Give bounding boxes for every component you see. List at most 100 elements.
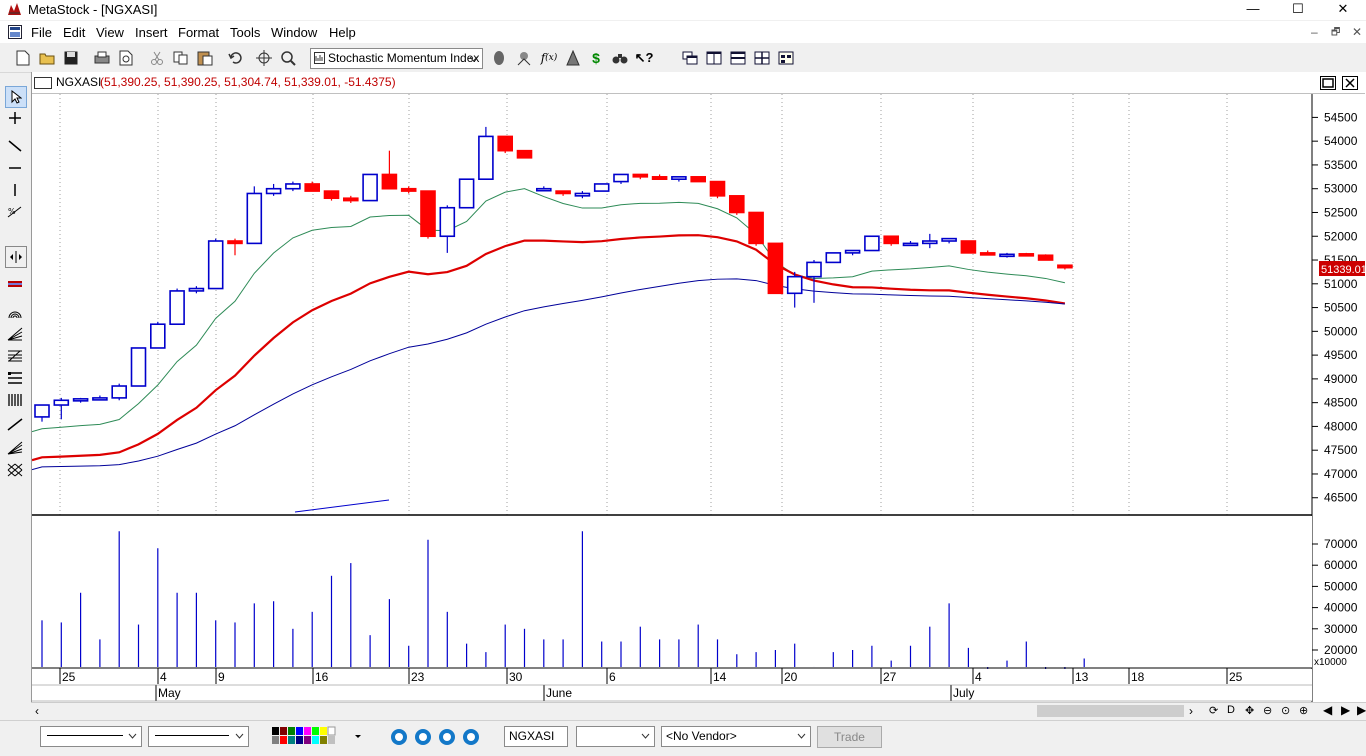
format-toolbar: NGXASI <No Vendor> Trade	[0, 720, 1366, 751]
cut-icon[interactable]	[148, 49, 166, 67]
formula-icon[interactable]: f (x)	[540, 49, 558, 67]
minimize-button[interactable]: —	[1230, 0, 1276, 20]
line-style-dropdown[interactable]	[40, 726, 142, 747]
menu-format[interactable]: Format	[178, 25, 219, 40]
cascade-windows-icon[interactable]	[681, 49, 699, 67]
move-icon[interactable]: ✥	[1245, 704, 1254, 717]
menu-tools[interactable]: Tools	[230, 25, 260, 40]
chart-maximize-button[interactable]	[1320, 76, 1336, 90]
menu-view[interactable]: View	[96, 25, 124, 40]
color-palette[interactable]	[271, 726, 363, 746]
fan-lines-icon[interactable]	[5, 324, 25, 344]
fibonacci-arcs-icon[interactable]	[5, 302, 25, 322]
refresh-icon[interactable]: ⟳	[1209, 704, 1218, 717]
month-label: May	[158, 686, 181, 700]
undo-icon[interactable]	[226, 49, 244, 67]
copy-icon[interactable]	[172, 49, 190, 67]
scroll-right-arrow-icon[interactable]: ›	[1189, 704, 1193, 718]
scroll-end-icon[interactable]: ▶|	[1357, 703, 1366, 717]
explorer-icon[interactable]	[515, 49, 533, 67]
system-tester-icon[interactable]	[564, 49, 582, 67]
trade-button[interactable]: Trade	[817, 726, 882, 748]
last-price-tag: 51339.01	[1319, 261, 1366, 276]
tile-horizontal-icon[interactable]	[729, 49, 747, 67]
mdi-restore-button[interactable]: 🗗	[1331, 25, 1340, 42]
speed-resistance-icon[interactable]	[5, 368, 25, 388]
crosshair-icon[interactable]	[255, 49, 273, 67]
candle	[999, 252, 1015, 258]
new-file-icon[interactable]	[14, 49, 32, 67]
zoom-in-icon[interactable]: ⊕	[1299, 704, 1308, 717]
crosshair-tool-icon[interactable]	[5, 108, 25, 128]
scroll-width-icon[interactable]	[5, 246, 27, 268]
arrange-icons-icon[interactable]	[777, 49, 795, 67]
horizontal-scrollbar[interactable]: ‹ › ⟳ D ✥ ⊖ ⊙ ⊕ ◀ ▶ ▶|	[31, 702, 1366, 720]
horizontal-line-tool-icon[interactable]	[5, 158, 25, 178]
date-tick-label: 4	[160, 670, 167, 684]
scroll-back-icon[interactable]: ◀	[1323, 703, 1332, 717]
zoom-reset-icon[interactable]: ⊙	[1281, 704, 1290, 717]
scrollbar-thumb[interactable]	[1037, 705, 1184, 717]
candle	[130, 347, 147, 387]
period-icon[interactable]: D	[1227, 704, 1235, 716]
close-button[interactable]: ✕	[1320, 0, 1366, 20]
symbol-input[interactable]: NGXASI	[504, 726, 568, 747]
vendor-dropdown[interactable]: <No Vendor>	[661, 726, 811, 747]
price-tick-label: 52000	[1324, 229, 1358, 243]
channel-tool-icon[interactable]	[5, 274, 25, 294]
candle	[111, 383, 127, 401]
candle	[1018, 252, 1035, 257]
mdi-minimize-button[interactable]: –	[1311, 25, 1318, 39]
zoom-out-icon[interactable]: ⊖	[1263, 704, 1272, 717]
price-tick-label: 49500	[1324, 348, 1358, 362]
price-tick-label: 48000	[1324, 419, 1358, 433]
help-pointer-icon[interactable]: ↖?	[635, 49, 654, 67]
scroll-forward-icon[interactable]: ▶	[1341, 703, 1350, 717]
periodicity-dropdown[interactable]	[576, 726, 655, 747]
drawing-tools-panel: %	[0, 80, 32, 690]
save-icon[interactable]	[62, 49, 80, 67]
gann-grid-icon[interactable]	[5, 460, 25, 480]
menu-insert[interactable]: Insert	[135, 25, 168, 40]
line-weight-dropdown[interactable]	[148, 726, 249, 747]
indicator-dropdown[interactable]: Stochastic Momentum Index	[310, 48, 483, 69]
cycle-lines-icon[interactable]	[5, 390, 25, 410]
date-tick-label: 25	[1229, 670, 1243, 684]
price-tick-label: 47500	[1324, 443, 1358, 457]
trendline-tool-icon[interactable]	[5, 136, 25, 156]
chart-symbol: NGXASI	[56, 75, 102, 89]
document-icon[interactable]	[8, 25, 22, 39]
menu-edit[interactable]: Edit	[63, 25, 85, 40]
tile-grid-icon[interactable]	[753, 49, 771, 67]
paste-icon[interactable]	[196, 49, 214, 67]
dollar-icon[interactable]: $	[587, 49, 605, 67]
candle	[690, 176, 707, 183]
chart-close-button[interactable]	[1342, 76, 1358, 90]
chart-window-icon	[34, 77, 52, 89]
mdi-close-button[interactable]: ✕	[1352, 25, 1362, 39]
tile-vertical-icon[interactable]	[705, 49, 723, 67]
price-chart[interactable]: 5450054000535005300052500520005150051000…	[32, 94, 1366, 702]
print-icon[interactable]	[93, 49, 111, 67]
gann-fan-icon[interactable]	[5, 438, 25, 458]
expert-advisor-icon[interactable]	[490, 49, 508, 67]
menu-file[interactable]: File	[31, 25, 52, 40]
text-tool-icon[interactable]: %	[5, 202, 25, 222]
scroll-left-arrow-icon[interactable]: ‹	[35, 704, 39, 718]
binoculars-icon[interactable]	[611, 49, 629, 67]
print-preview-icon[interactable]	[117, 49, 135, 67]
price-pane-background	[32, 94, 1312, 514]
price-tick-label: 50500	[1324, 301, 1358, 315]
menu-help[interactable]: Help	[329, 25, 356, 40]
window-title: MetaStock - [NGXASI]	[28, 2, 158, 17]
zoom-icon[interactable]	[279, 49, 297, 67]
price-tick-label: 54500	[1324, 110, 1358, 124]
fibonacci-retracement-icon[interactable]	[5, 346, 25, 366]
raff-channel-icon[interactable]	[5, 414, 25, 434]
select-pointer-icon[interactable]	[5, 86, 27, 108]
vertical-line-tool-icon[interactable]	[5, 180, 25, 200]
menu-window[interactable]: Window	[271, 25, 317, 40]
maximize-button[interactable]: ☐	[1275, 0, 1321, 20]
price-tick-label: 53000	[1324, 182, 1358, 196]
open-folder-icon[interactable]	[38, 49, 56, 67]
